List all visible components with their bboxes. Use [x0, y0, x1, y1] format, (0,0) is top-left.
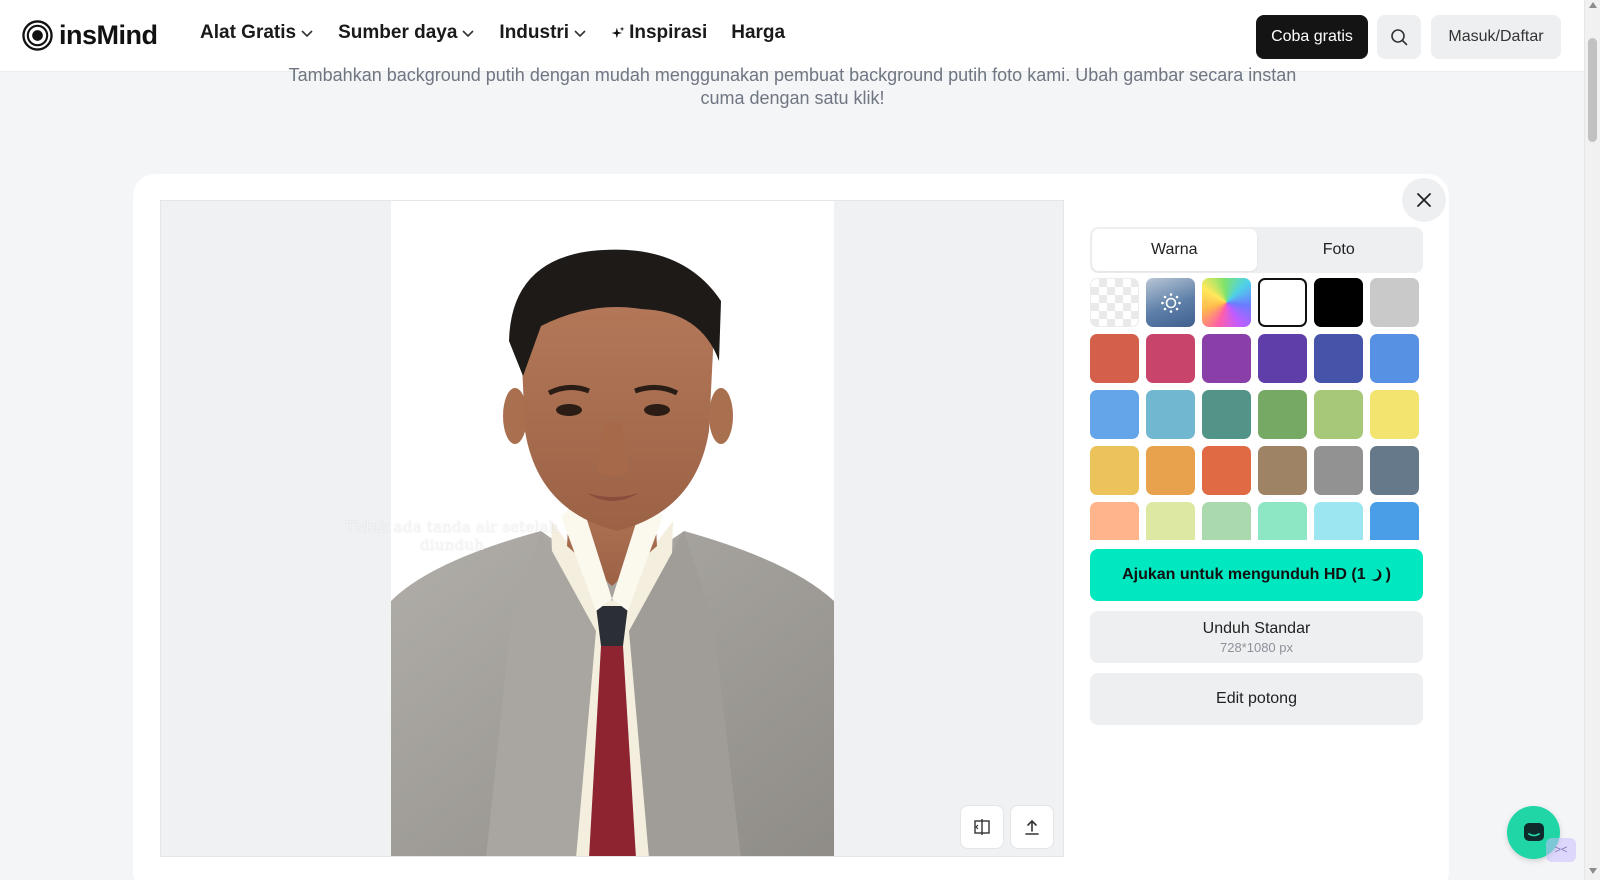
- nav-harga[interactable]: Harga: [731, 22, 785, 44]
- swatch-transparent[interactable]: [1090, 278, 1139, 327]
- login-register-button[interactable]: Masuk/Daftar: [1431, 15, 1561, 59]
- color-swatch[interactable]: [1090, 446, 1139, 495]
- compare-button[interactable]: [960, 805, 1004, 849]
- try-free-button[interactable]: Coba gratis: [1256, 15, 1368, 59]
- upload-icon: [1025, 819, 1039, 835]
- main-nav: Alat Gratis Sumber daya Industri Inspira…: [200, 22, 809, 44]
- color-swatch[interactable]: [1258, 390, 1307, 439]
- nav-industri[interactable]: Industri: [499, 22, 587, 44]
- download-hd-button[interactable]: Ajukan untuk mengunduh HD (1 ): [1090, 549, 1423, 601]
- logo-text: insMind: [59, 20, 158, 50]
- color-swatch[interactable]: [1370, 278, 1419, 327]
- top-navbar: insMind Alat Gratis Sumber daya Industri…: [0, 0, 1584, 72]
- color-swatch[interactable]: [1146, 334, 1195, 383]
- search-button[interactable]: [1377, 15, 1421, 59]
- credit-icon: [1370, 569, 1382, 581]
- close-editor-button[interactable]: [1402, 178, 1446, 222]
- color-swatch[interactable]: [1090, 334, 1139, 383]
- edit-crop-button[interactable]: Edit potong: [1090, 673, 1423, 725]
- scroll-up-arrow-icon[interactable]: [1589, 2, 1597, 8]
- color-swatch[interactable]: [1370, 502, 1419, 540]
- swatch-custom-color[interactable]: [1202, 278, 1251, 327]
- color-swatch[interactable]: [1090, 390, 1139, 439]
- color-swatch[interactable]: [1258, 446, 1307, 495]
- search-icon: [1391, 29, 1408, 46]
- tab-foto[interactable]: Foto: [1257, 229, 1422, 271]
- collapse-widget-icon[interactable]: ><: [1546, 838, 1576, 862]
- nav-inspirasi-label: Inspirasi: [629, 22, 708, 43]
- color-swatch-panel: [1090, 278, 1423, 540]
- color-swatch-grid: [1090, 278, 1423, 540]
- tab-warna[interactable]: Warna: [1092, 229, 1257, 271]
- color-swatch[interactable]: [1258, 334, 1307, 383]
- color-swatch[interactable]: [1314, 390, 1363, 439]
- nav-sumber-daya[interactable]: Sumber daya: [338, 22, 475, 44]
- nav-industri-label: Industri: [499, 22, 570, 43]
- sparkle-icon: [611, 26, 625, 39]
- color-swatch[interactable]: [1146, 390, 1195, 439]
- watermark-text: Tidak ada tanda air setelah diunduh: [345, 518, 559, 554]
- color-swatch[interactable]: [1370, 334, 1419, 383]
- chat-icon: [1523, 822, 1544, 841]
- nav-alat-gratis-label: Alat Gratis: [200, 22, 297, 43]
- color-swatch[interactable]: [1090, 502, 1139, 540]
- page-intro-text: Tambahkan background putih dengan mudah …: [288, 65, 1297, 108]
- color-swatch[interactable]: [1146, 502, 1195, 540]
- nav-alat-gratis[interactable]: Alat Gratis: [200, 22, 314, 44]
- compare-icon: [974, 819, 990, 835]
- brightness-icon: [1160, 292, 1181, 313]
- color-swatch[interactable]: [1146, 446, 1195, 495]
- upload-button[interactable]: [1010, 805, 1054, 849]
- color-swatch[interactable]: [1258, 502, 1307, 540]
- download-hd-label: Ajukan untuk mengunduh HD (1: [1122, 566, 1366, 583]
- color-swatch[interactable]: [1202, 446, 1251, 495]
- color-swatch[interactable]: [1370, 390, 1419, 439]
- color-swatch[interactable]: [1202, 390, 1251, 439]
- color-swatch[interactable]: [1202, 502, 1251, 540]
- nav-harga-label: Harga: [731, 22, 786, 43]
- close-icon: [1417, 193, 1431, 207]
- insmind-logo[interactable]: insMind: [22, 20, 158, 51]
- logo-mark-icon: [22, 20, 53, 51]
- chevron-down-icon: [574, 30, 586, 38]
- color-swatch[interactable]: [1202, 334, 1251, 383]
- color-swatch[interactable]: [1258, 278, 1307, 327]
- chevron-down-icon: [462, 30, 474, 38]
- scroll-thumb[interactable]: [1588, 38, 1597, 142]
- download-standard-size: 728*1080 px: [1219, 639, 1293, 655]
- nav-inspirasi[interactable]: Inspirasi: [611, 22, 707, 44]
- color-swatch[interactable]: [1314, 278, 1363, 327]
- swatch-auto[interactable]: [1146, 278, 1195, 327]
- color-swatch[interactable]: [1314, 334, 1363, 383]
- download-standard-label: Unduh Standar: [1202, 619, 1311, 637]
- color-swatch[interactable]: [1314, 502, 1363, 540]
- download-hd-suffix: ): [1385, 566, 1391, 583]
- color-swatch[interactable]: [1370, 446, 1419, 495]
- background-type-tabs: Warna Foto: [1090, 227, 1423, 273]
- page-scrollbar[interactable]: [1584, 0, 1600, 880]
- color-swatch[interactable]: [1314, 446, 1363, 495]
- image-preview-area: [160, 200, 1064, 857]
- nav-sumber-daya-label: Sumber daya: [338, 22, 458, 43]
- chevron-down-icon: [301, 30, 313, 38]
- download-standard-button[interactable]: Unduh Standar 728*1080 px: [1090, 611, 1423, 663]
- scroll-down-arrow-icon[interactable]: [1589, 868, 1597, 874]
